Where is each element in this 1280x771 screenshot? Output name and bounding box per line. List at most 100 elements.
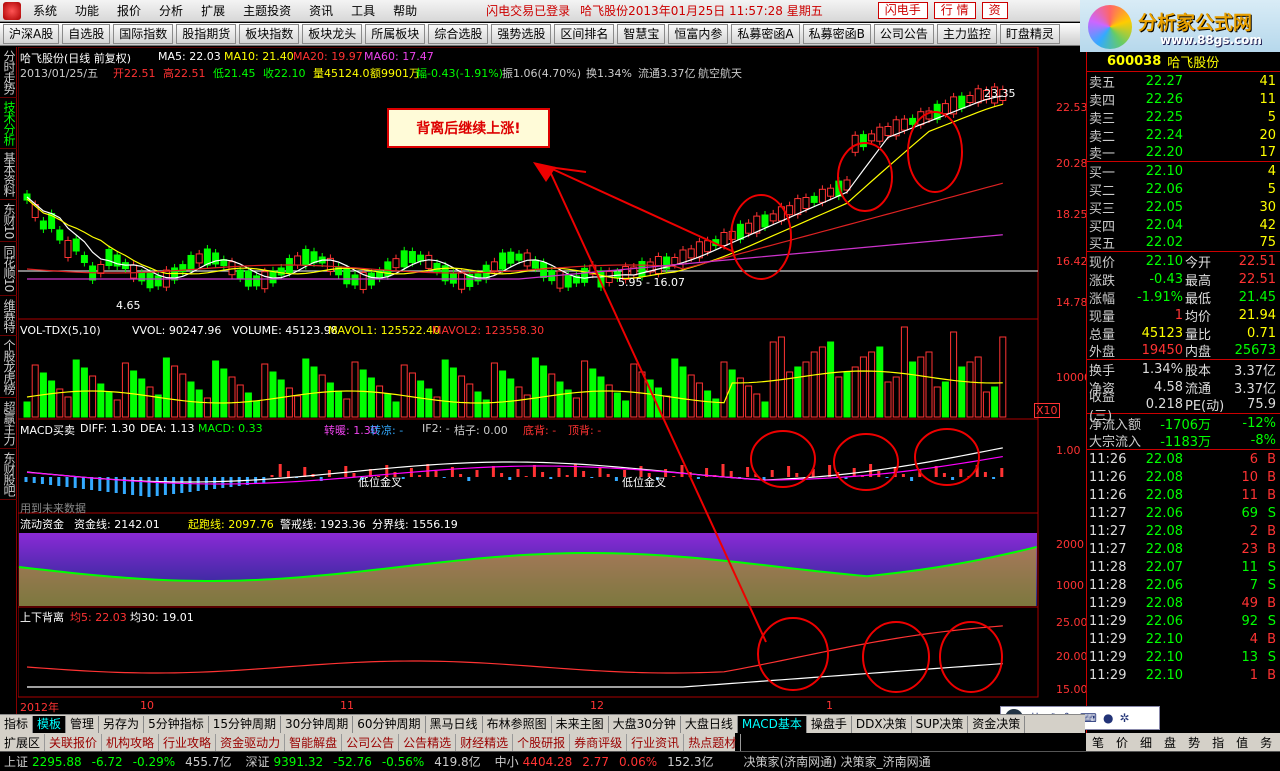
quote-tab[interactable]: 盘 xyxy=(1158,734,1182,751)
extension-tab[interactable]: 行业资讯 xyxy=(627,733,685,751)
quote-row: 卖五 22.27 41 xyxy=(1087,72,1280,91)
leftnav-item[interactable]: 维赛特 xyxy=(0,296,17,336)
menu-item[interactable]: 扩展 xyxy=(192,2,234,19)
extension-tab[interactable]: 智能解盘 xyxy=(285,733,343,751)
leftnav-item[interactable]: 超赢主力 xyxy=(0,398,17,449)
quote-tab[interactable]: 价 xyxy=(1110,734,1134,751)
indicator-tab[interactable]: 另存为 xyxy=(99,715,145,733)
kline-chart-area[interactable]: 哈飞股份(日线 前复权) MA5: 22.03 MA10: 21.40 MA20… xyxy=(18,47,1091,714)
leftnav-item[interactable]: 个股龙虎榜 xyxy=(0,336,17,398)
extension-tab[interactable]: 公告精选 xyxy=(399,733,457,751)
tick-side: S xyxy=(1267,505,1276,521)
leftnav-item[interactable]: 同花顺10 xyxy=(0,242,17,296)
quote-row: 净流入额 -1706万 -12% xyxy=(1087,414,1280,433)
extension-tab[interactable]: 热点题材 xyxy=(684,733,742,751)
menu-item[interactable]: 系统 xyxy=(24,2,66,19)
toolbar-button[interactable]: 沪深A股 xyxy=(3,24,60,44)
indicator-tab[interactable]: SUP决策 xyxy=(912,715,969,733)
sz-change: -52.76 xyxy=(333,754,372,769)
candle-body xyxy=(540,262,548,279)
toolbar-button[interactable]: 所属板块 xyxy=(365,24,426,44)
leftnav-item[interactable]: 东财10 xyxy=(0,200,17,243)
indicator-tab[interactable]: 模板 xyxy=(33,715,67,733)
capital-button[interactable]: 资 xyxy=(981,2,1008,19)
tick-side: S xyxy=(1267,649,1276,665)
toolbar-button[interactable]: 股指期货 xyxy=(176,24,237,44)
toolbar-button[interactable]: 板块指数 xyxy=(239,24,300,44)
indicator-tab[interactable]: 30分钟周期 xyxy=(281,715,354,733)
indicator-tab[interactable]: 大盘日线 xyxy=(681,715,738,733)
bid-price: 22.05 xyxy=(1145,199,1183,215)
indicator-tab[interactable]: 未来主图 xyxy=(552,715,609,733)
leftnav-item[interactable]: 基本资料 xyxy=(0,149,17,200)
toolbar-button[interactable]: 国际指数 xyxy=(113,24,174,44)
indicator-tab[interactable]: 60分钟周期 xyxy=(353,715,426,733)
indicator-tab[interactable]: 15分钟周期 xyxy=(209,715,281,733)
toolbar-button[interactable]: 综合选股 xyxy=(428,24,489,44)
sh-amount: 455.7亿 xyxy=(185,755,232,769)
quote-tab[interactable]: 值 xyxy=(1230,734,1254,751)
toolbar-button[interactable]: 自选股 xyxy=(62,24,111,44)
extension-tab[interactable]: 关联报价 xyxy=(45,733,103,751)
menu-item[interactable]: 报价 xyxy=(108,2,150,19)
menu-item[interactable]: 分析 xyxy=(150,2,192,19)
indicator-tab[interactable]: DDX决策 xyxy=(852,715,912,733)
mic-icon[interactable]: ● xyxy=(1103,711,1113,725)
menu-item[interactable]: 帮助 xyxy=(384,2,426,19)
indicator-tab[interactable]: 指标 xyxy=(0,715,34,733)
extension-tab[interactable]: 机构攻略 xyxy=(102,733,160,751)
leftnav-item[interactable]: 分时走势 xyxy=(0,47,17,98)
toolbar-button[interactable]: 私募密函B xyxy=(802,24,871,44)
menu-item[interactable]: 功能 xyxy=(66,2,108,19)
extension-tab[interactable]: 扩展区 xyxy=(0,733,46,751)
leftnav-item[interactable]: 技术分析 xyxy=(0,98,17,149)
quote-tab[interactable]: 笔 xyxy=(1086,734,1110,751)
tick-qty: 6 xyxy=(1249,451,1258,467)
extension-tab[interactable]: 资金驱动力 xyxy=(216,733,286,751)
toolbar-button[interactable]: 强势选股 xyxy=(491,24,552,44)
indicator-tab[interactable]: 管理 xyxy=(66,715,100,733)
ask-label: 卖四 xyxy=(1089,93,1116,109)
toolbar-button[interactable]: 主力监控 xyxy=(936,24,997,44)
indicator-tab[interactable]: 黑马日线 xyxy=(426,715,483,733)
extension-tab[interactable]: 券商评级 xyxy=(570,733,628,751)
toolbar-button[interactable]: 区间排名 xyxy=(554,24,615,44)
extension-tab[interactable]: 行业攻略 xyxy=(159,733,217,751)
tick-qty: 11 xyxy=(1241,559,1258,575)
quote-tab[interactable]: 指 xyxy=(1206,734,1230,751)
toolbar-button[interactable]: 公司公告 xyxy=(873,24,934,44)
indicator-tab[interactable]: MACD基本 xyxy=(737,715,807,733)
menu-item[interactable]: 工具 xyxy=(342,2,384,19)
bid-qty: 42 xyxy=(1259,217,1276,233)
indicator-tab[interactable]: 布林参照图 xyxy=(483,715,552,733)
volume-bar xyxy=(515,386,523,418)
flash-trade-button[interactable]: 闪电手 xyxy=(877,2,928,19)
volume-bar xyxy=(613,392,621,418)
indicator-tab[interactable]: 大盘30分钟 xyxy=(609,715,681,733)
menu-item[interactable]: 主题投资 xyxy=(234,2,300,19)
extension-tab[interactable]: 公司公告 xyxy=(342,733,400,751)
indicator-tab[interactable]: 资金决策 xyxy=(968,715,1026,733)
quote-tab[interactable]: 势 xyxy=(1182,734,1206,751)
ma20-label: MA20: 19.97 xyxy=(293,50,363,63)
extension-tab[interactable]: 个股研报 xyxy=(513,733,571,751)
stat-value: -0.43 xyxy=(1149,271,1183,287)
leftnav-item[interactable]: 东财股吧 xyxy=(0,449,17,500)
toolbar-button[interactable]: 板块龙头 xyxy=(302,24,363,44)
menu-item[interactable]: 资讯 xyxy=(300,2,342,19)
indicator-tab[interactable]: 5分钟指标 xyxy=(144,715,209,733)
toolbar-button[interactable]: 私募密函A xyxy=(731,24,800,44)
volume-bar xyxy=(97,383,105,418)
toolbar-button[interactable]: 盯盘精灵 xyxy=(999,24,1060,44)
quote-button[interactable]: 行 情 xyxy=(933,2,976,19)
toolbar-button[interactable]: 智慧宝 xyxy=(617,24,666,44)
indicator-tab[interactable]: 操盘手 xyxy=(807,715,852,733)
quote-tab[interactable]: 细 xyxy=(1134,734,1158,751)
sz-label: 深证 xyxy=(245,755,270,769)
bar-turnover: 换1.34% xyxy=(586,67,632,80)
extension-tab[interactable]: 财经精选 xyxy=(456,733,514,751)
toolbar-button[interactable]: 恒富内参 xyxy=(668,24,729,44)
quote-tab[interactable]: 务 xyxy=(1254,734,1278,751)
candle-body xyxy=(138,272,146,282)
gear-icon[interactable]: ✲ xyxy=(1119,711,1129,725)
